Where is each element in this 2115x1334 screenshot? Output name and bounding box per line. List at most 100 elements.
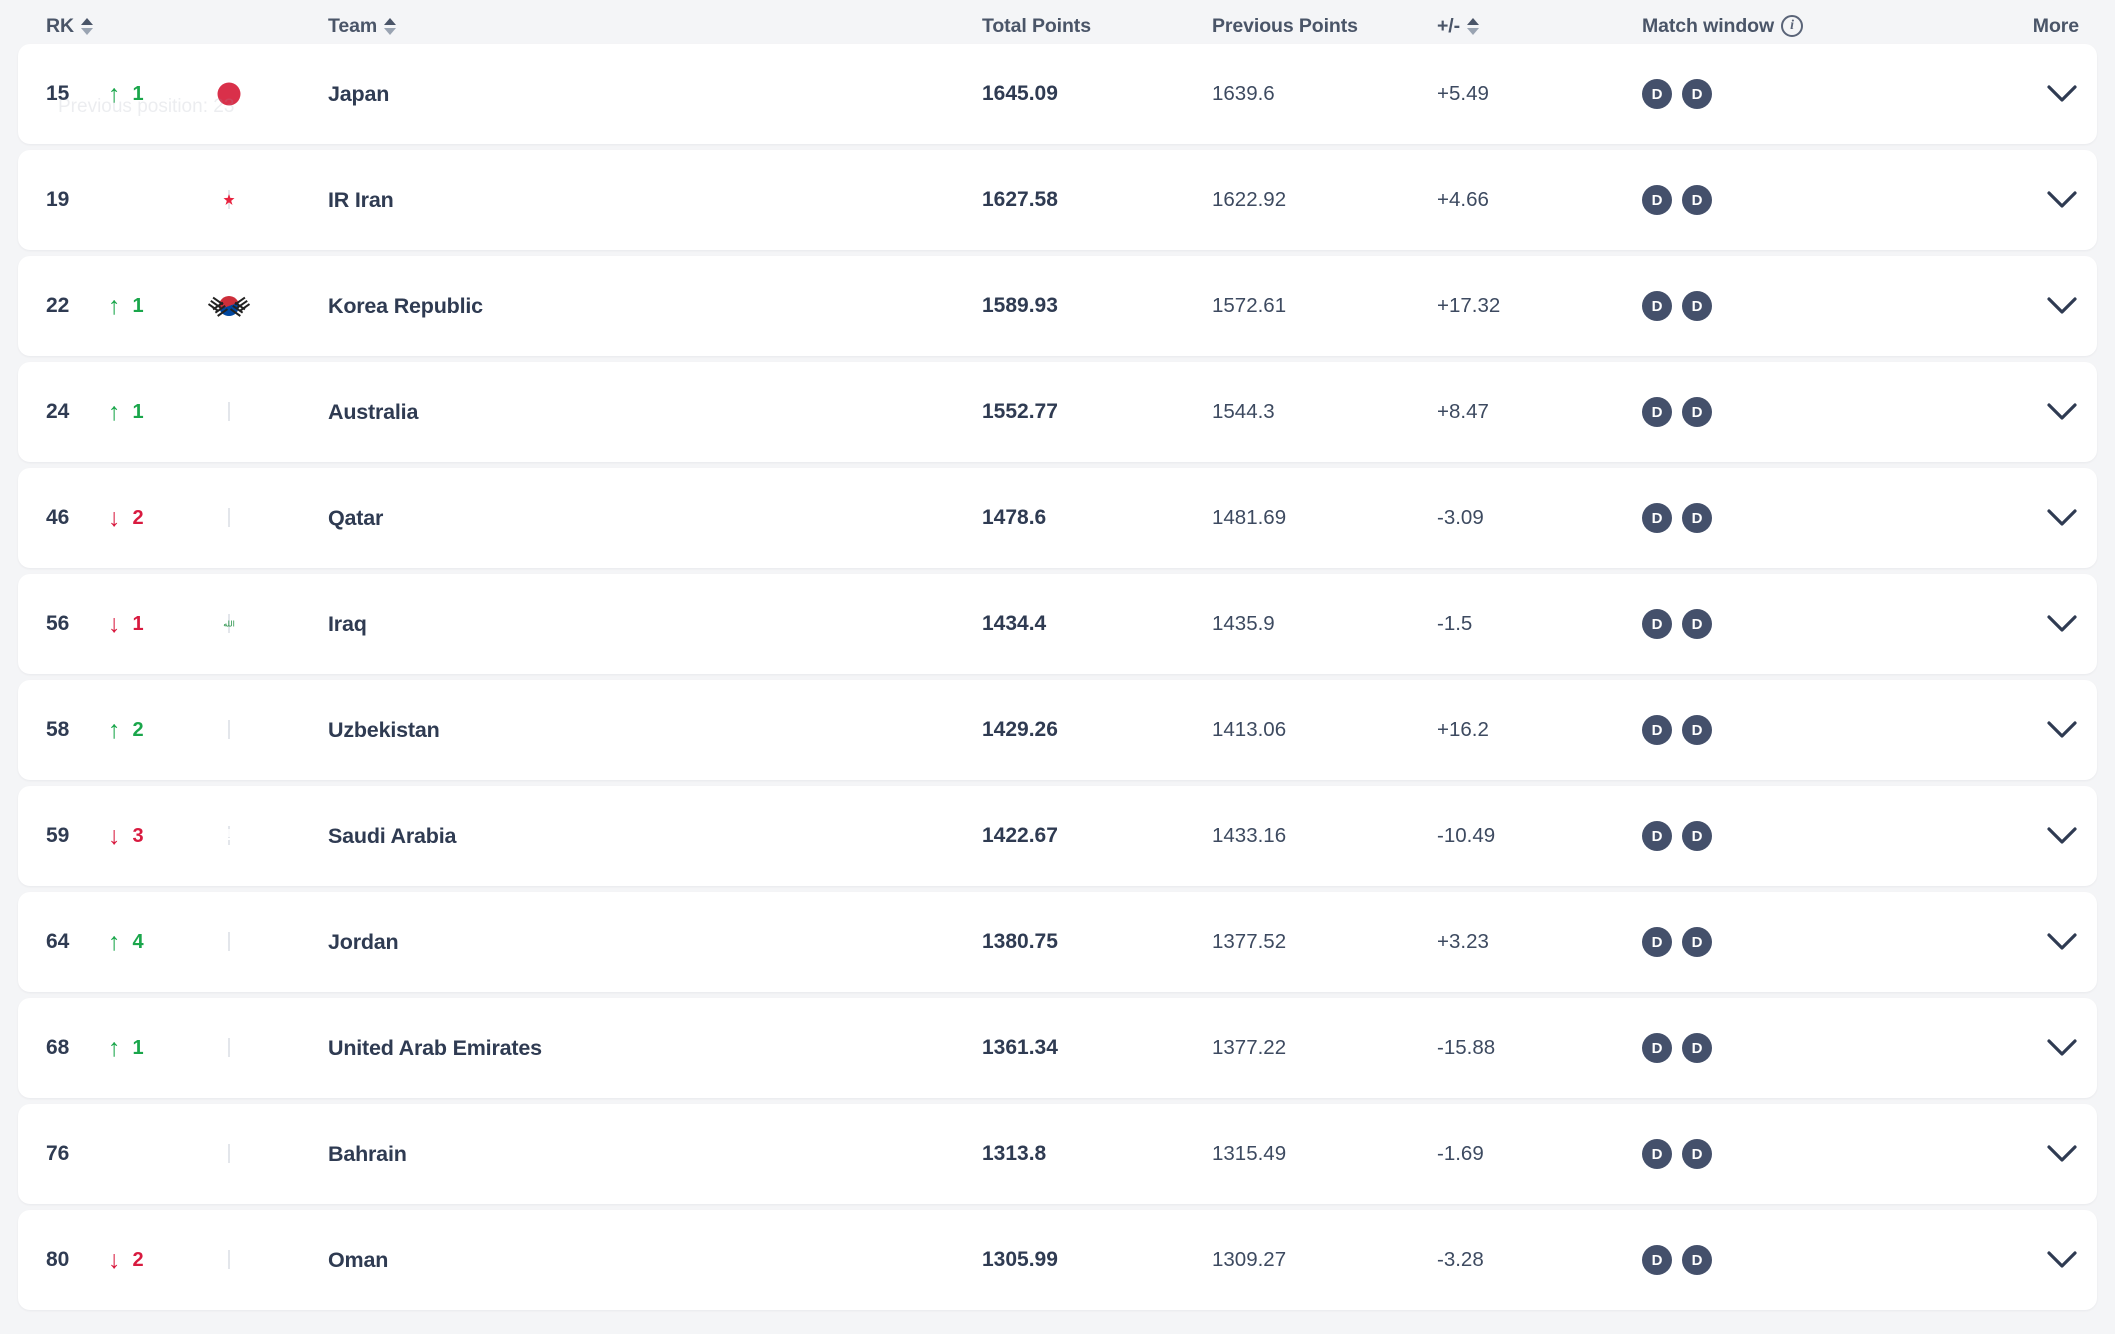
- movement-up: ↑ 2: [108, 717, 228, 743]
- match-window-badge[interactable]: D: [1642, 185, 1672, 215]
- total-points-cell: 1429.26: [982, 718, 1212, 742]
- expand-row-button[interactable]: [1932, 827, 2097, 845]
- chevron-down-icon: [2047, 827, 2077, 845]
- table-row[interactable]: 76 Bahrain 1313.8 1315.49 -1.69 D D: [18, 1104, 2097, 1204]
- expand-row-button[interactable]: [1932, 403, 2097, 421]
- rank-value: 64: [46, 930, 70, 953]
- table-row[interactable]: 68 ↑ 1 United Arab Emirates 1361.34 1377.22 -1…: [18, 998, 2097, 1098]
- expand-row-button[interactable]: [1932, 721, 2097, 739]
- chevron-down-icon: [2047, 509, 2077, 527]
- table-row[interactable]: 56↓1اللهIraq1434.41435.9-1.5DD: [18, 574, 2097, 674]
- movement-cell: ↑ 4: [108, 929, 228, 955]
- team-cell[interactable]: Iraq: [328, 612, 982, 637]
- match-window-badge[interactable]: D: [1642, 397, 1672, 427]
- info-icon[interactable]: i: [1781, 15, 1804, 37]
- team-cell[interactable]: Saudi Arabia: [328, 824, 982, 849]
- match-window-badge[interactable]: D: [1682, 609, 1712, 639]
- match-window-badge[interactable]: D: [1682, 185, 1712, 215]
- match-window-badge[interactable]: D: [1642, 1245, 1672, 1275]
- team-cell[interactable]: Oman: [328, 1248, 982, 1273]
- match-window-badge[interactable]: D: [1682, 291, 1712, 321]
- column-header-team[interactable]: Team: [328, 15, 982, 38]
- total-points-cell: 1627.58: [982, 188, 1212, 212]
- match-window-badge[interactable]: D: [1682, 927, 1712, 957]
- arrow-up-icon: ↑: [108, 1033, 121, 1062]
- match-window-cell: DD: [1642, 1245, 1932, 1275]
- expand-row-button[interactable]: [1932, 509, 2097, 527]
- team-cell[interactable]: Bahrain: [328, 1142, 982, 1167]
- expand-row-button[interactable]: [1932, 1039, 2097, 1057]
- flag-cell: الله: [223, 614, 328, 633]
- difference-value: -1.5: [1437, 612, 1473, 635]
- sort-arrows-icon[interactable]: [80, 17, 93, 35]
- match-window-badge[interactable]: D: [1642, 79, 1672, 109]
- table-row[interactable]: 15 ↑ 1 Japan 1645.09 1639.6 +5.49 D D: [18, 44, 2097, 144]
- column-header-total-points[interactable]: Total Points: [982, 15, 1212, 38]
- difference-cell: +8.47: [1437, 400, 1642, 424]
- column-header-previous-points[interactable]: Previous Points: [1212, 15, 1437, 38]
- previous-points-cell: 1544.3: [1212, 400, 1437, 424]
- column-header-rank[interactable]: RK: [18, 15, 108, 38]
- rank-value: 68: [46, 1036, 70, 1059]
- table-row[interactable]: 58 ↑ 2 Uzbekistan 1429.26 1413.06 +16.2 D D: [18, 680, 2097, 780]
- match-window-badge[interactable]: D: [1682, 1139, 1712, 1169]
- team-cell[interactable]: IR Iran: [328, 188, 982, 213]
- sort-arrows-icon[interactable]: [1467, 17, 1479, 35]
- movement-cell: ↑ 1: [108, 81, 228, 107]
- difference-value: -3.09: [1437, 506, 1484, 529]
- match-window-badge[interactable]: D: [1682, 1033, 1712, 1063]
- rank-cell: 76: [18, 1142, 108, 1166]
- expand-row-button[interactable]: [1932, 85, 2097, 103]
- expand-row-button[interactable]: [1932, 615, 2097, 633]
- match-window-badge[interactable]: D: [1682, 821, 1712, 851]
- expand-row-button[interactable]: [1932, 191, 2097, 209]
- previous-points-cell: 1639.6: [1212, 82, 1437, 106]
- column-header-rank-label: RK: [46, 14, 74, 37]
- match-window-badge[interactable]: D: [1682, 79, 1712, 109]
- match-window-badge[interactable]: D: [1642, 1139, 1672, 1169]
- total-points-cell: 1589.93: [982, 294, 1212, 318]
- team-cell[interactable]: Australia: [328, 400, 982, 425]
- table-row[interactable]: 59 ↓ 3 Saudi Arabia 1422.67 1433.16 -10.49 D D: [18, 786, 2097, 886]
- sort-ascending-icon: [384, 17, 397, 25]
- table-row[interactable]: 64 ↑ 4 Jordan 1380.75 1377.52 +3.23 D D: [18, 892, 2097, 992]
- match-window-badge[interactable]: D: [1682, 397, 1712, 427]
- table-row[interactable]: 46 ↓ 2 Qatar 1478.6 1481.69 -3.09 D D: [18, 468, 2097, 568]
- team-cell[interactable]: Uzbekistan: [328, 718, 982, 743]
- team-cell[interactable]: Qatar: [328, 506, 982, 531]
- movement-down: ↓ 3: [108, 823, 228, 849]
- match-window-badge[interactable]: D: [1642, 821, 1672, 851]
- team-cell[interactable]: Korea Republic: [328, 294, 982, 319]
- match-window-badge[interactable]: D: [1642, 503, 1672, 533]
- team-cell[interactable]: United Arab Emirates: [328, 1036, 982, 1061]
- table-row[interactable]: 80↓2⚔Oman1305.991309.27-3.28DD: [18, 1210, 2097, 1310]
- table-row[interactable]: 24 ↑ 1 Australia 1552.77 1544.3 +8.47 D D: [18, 362, 2097, 462]
- match-window-badge[interactable]: D: [1642, 291, 1672, 321]
- expand-row-button[interactable]: [1932, 1251, 2097, 1269]
- match-window-badge[interactable]: D: [1642, 1033, 1672, 1063]
- table-row[interactable]: 22 ↑ 1 Korea Republic 1589.93 1572.61 +17.32 D D: [18, 256, 2097, 356]
- previous-points-value: 1309.27: [1212, 1248, 1287, 1271]
- sort-arrows-icon[interactable]: [384, 17, 397, 35]
- flag-cell: [228, 720, 328, 739]
- table-row[interactable]: 19 IR Iran 1627.58 1622.92 +4.66 D D: [18, 150, 2097, 250]
- previous-points-cell: 1377.22: [1212, 1036, 1437, 1060]
- expand-row-button[interactable]: [1932, 297, 2097, 315]
- movement-cell: ↓ 2: [108, 1247, 228, 1273]
- movement-down: ↓ 2: [108, 1247, 228, 1273]
- match-window-badge[interactable]: D: [1682, 503, 1712, 533]
- team-cell[interactable]: Jordan: [328, 930, 982, 955]
- expand-row-button[interactable]: [1932, 1145, 2097, 1163]
- match-window-badge[interactable]: D: [1642, 715, 1672, 745]
- total-points-value: 1380.75: [982, 930, 1058, 953]
- rankings-row-list: 15 ↑ 1 Japan 1645.09 1639.6 +5.49 D D 19 IR Iran 16…: [18, 44, 2097, 1310]
- match-window-badge[interactable]: D: [1642, 927, 1672, 957]
- team-cell[interactable]: Japan: [328, 82, 982, 107]
- match-window-badge[interactable]: D: [1682, 1245, 1712, 1275]
- column-header-difference[interactable]: +/-: [1437, 15, 1642, 38]
- match-window-badge[interactable]: D: [1682, 715, 1712, 745]
- expand-row-button[interactable]: [1932, 933, 2097, 951]
- rank-value: 19: [46, 188, 70, 211]
- match-window-badge[interactable]: D: [1642, 609, 1672, 639]
- movement-value: 1: [132, 612, 144, 635]
